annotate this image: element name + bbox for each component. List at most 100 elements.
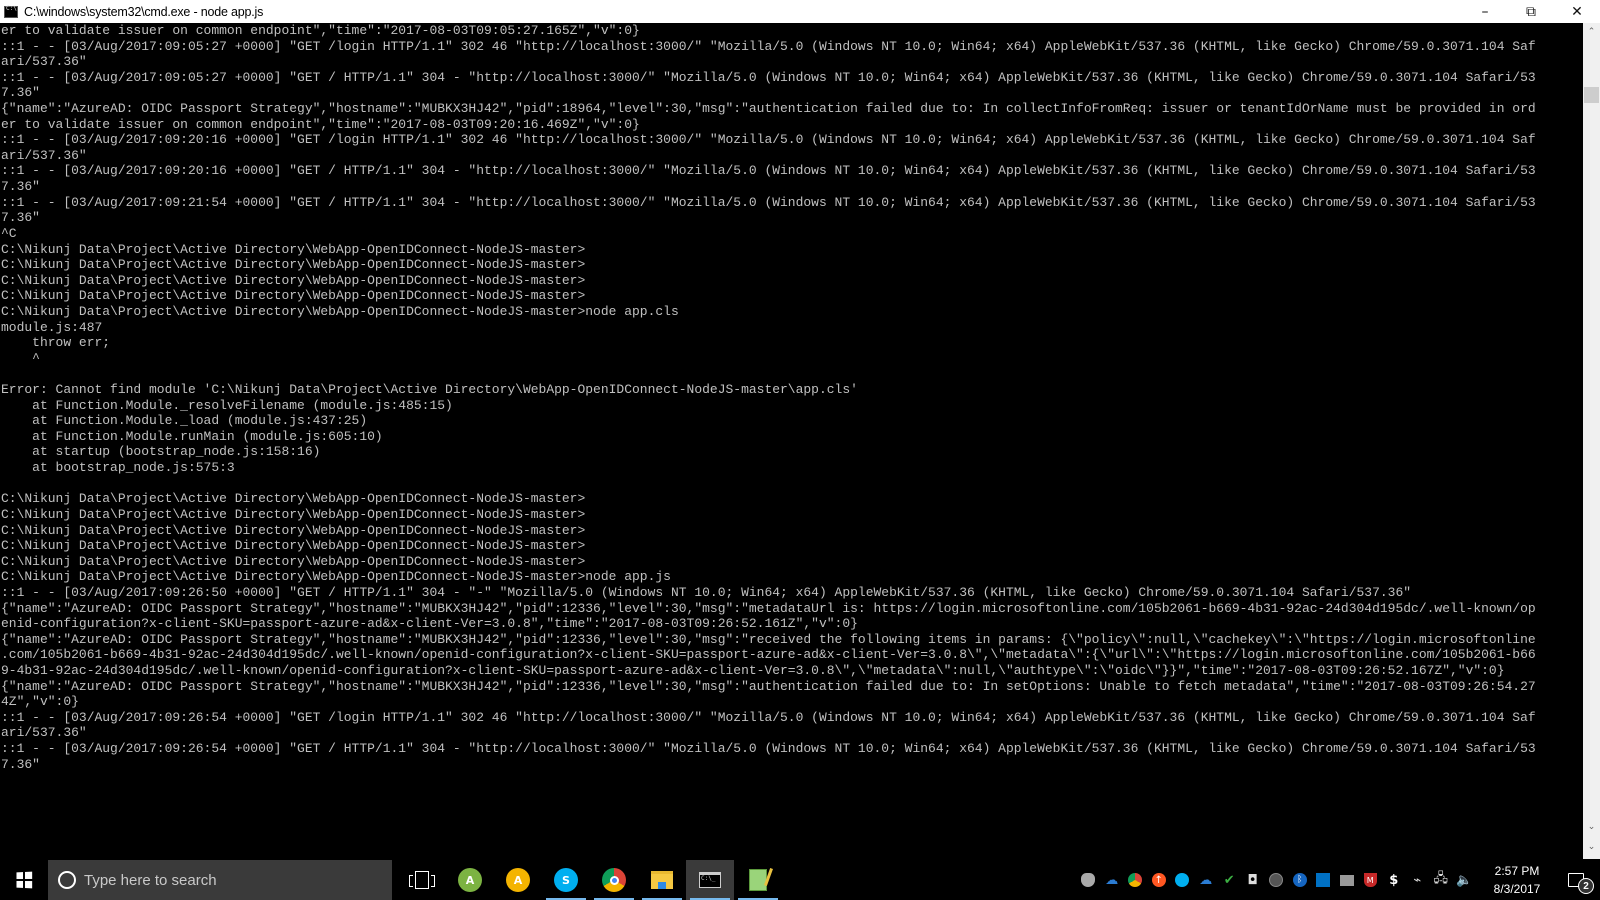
console-line: at Function.Module.runMain (module.js:60…	[0, 428, 383, 444]
console-line: Error: Cannot find module 'C:\Nikunj Dat…	[0, 382, 858, 398]
window-controls: – ⧉ ✕	[1462, 0, 1600, 23]
scroll-thumb[interactable]	[1584, 87, 1599, 103]
power-icon: ⌁	[1413, 872, 1422, 888]
cmd-icon: C:\_	[699, 872, 721, 888]
s-app-icon: $	[1389, 872, 1399, 888]
node-tray-button[interactable]	[1077, 860, 1101, 900]
console-text: er to validate issuer on common endpoint…	[0, 23, 1575, 772]
restore-button[interactable]: ⧉	[1508, 0, 1554, 23]
console-line: ari/537.36"	[0, 54, 87, 70]
console-line: {"name":"AzureAD: OIDC Passport Strategy…	[0, 600, 1536, 616]
console-line: C:\Nikunj Data\Project\Active Directory\…	[0, 303, 679, 319]
search-placeholder: Type here to search	[84, 871, 217, 889]
console-line: at Function.Module._load (module.js:437:…	[0, 413, 368, 429]
console-line: 7.36"	[0, 85, 40, 101]
console-line: at startup (bootstrap_node.js:158:16)	[0, 444, 321, 460]
intel-graphics-icon	[1316, 873, 1331, 887]
bluetooth-icon: ᛒ	[1292, 873, 1307, 887]
device-icon	[1339, 874, 1354, 886]
close-button[interactable]: ✕	[1554, 0, 1600, 23]
console-line: .com/105b2061-b669-4b31-92ac-24d304d195d…	[0, 647, 1536, 663]
windows-logo-icon	[16, 871, 33, 889]
console-line: ^	[0, 350, 40, 366]
taskbar: Type here to search A A S C:\_ ☁ ↑ ☁ ✔ ◘…	[0, 835, 1600, 900]
gauge-button[interactable]	[1265, 860, 1289, 900]
console-line: enid-configuration?x-client-SKU=passport…	[0, 616, 858, 632]
chevron-down-icon: ⌄	[1587, 821, 1596, 832]
skype-button[interactable]: S	[542, 860, 590, 900]
update-arrow-icon: ↑	[1151, 873, 1166, 887]
scroll-up-button[interactable]: ⌃	[1583, 23, 1600, 40]
console-line: ari/537.36"	[0, 147, 87, 163]
skype-tray-button[interactable]	[1171, 860, 1195, 900]
console-line: C:\Nikunj Data\Project\Active Directory\…	[0, 491, 586, 507]
onedrive-error-icon: ☁	[1199, 872, 1213, 888]
console-line: C:\Nikunj Data\Project\Active Directory\…	[0, 257, 586, 273]
onedrive-icon: ☁	[1105, 872, 1119, 888]
volume-button[interactable]: 🔈	[1453, 860, 1477, 900]
task-view-button[interactable]	[398, 860, 446, 900]
update-button[interactable]: ↑	[1147, 860, 1171, 900]
console-line: 7.36"	[0, 179, 40, 195]
restore-icon: ⧉	[1526, 3, 1536, 20]
console-line: {"name":"AzureAD: OIDC Passport Strategy…	[0, 101, 1536, 117]
file-explorer-icon	[651, 871, 673, 889]
disk-button[interactable]: ◘	[1241, 860, 1265, 900]
console-line: ::1 - - [03/Aug/2017:09:21:54 +0000] "GE…	[0, 194, 1536, 210]
system-tray: ☁ ↑ ☁ ✔ ◘ ᛒ M $ ⌁ 🖧 🔈 2:57 PM 8/3/2017 2	[1077, 860, 1600, 900]
skype-icon: S	[554, 868, 578, 892]
console-line: ::1 - - [03/Aug/2017:09:20:16 +0000] "GE…	[0, 132, 1536, 148]
minimize-button[interactable]: –	[1462, 0, 1508, 23]
console-line: 9-4b31-92ac-24d304d195dc/.well-known/ope…	[0, 662, 1505, 678]
notepad-plus-icon	[749, 869, 767, 891]
disk-icon: ◘	[1247, 872, 1258, 888]
android-studio-canary-button[interactable]: A	[494, 860, 542, 900]
node-tray-icon	[1081, 873, 1096, 887]
mcafee-icon: M	[1363, 873, 1377, 887]
console-line: 7.36"	[0, 756, 40, 772]
console-line: ari/537.36"	[0, 725, 87, 741]
clock[interactable]: 2:57 PM 8/3/2017	[1482, 860, 1552, 900]
console-line: module.js:487	[0, 319, 103, 335]
mcafee-button[interactable]: M	[1359, 860, 1383, 900]
scroll-down-button[interactable]: ⌄	[1583, 818, 1600, 835]
start-button[interactable]	[0, 860, 48, 900]
notepad-plus-button[interactable]	[734, 860, 782, 900]
console-line: ::1 - - [03/Aug/2017:09:05:27 +0000] "GE…	[0, 38, 1536, 54]
vertical-scrollbar[interactable]: ⌃ ⌄	[1583, 23, 1600, 835]
s-app-button[interactable]: $	[1382, 860, 1406, 900]
clock-time: 2:57 PM	[1494, 864, 1540, 878]
android-studio-canary-icon: A	[506, 868, 530, 892]
console-line: ::1 - - [03/Aug/2017:09:20:16 +0000] "GE…	[0, 163, 1536, 179]
close-icon: ✕	[1571, 3, 1583, 20]
drive-check-button[interactable]: ✔	[1218, 860, 1242, 900]
action-center-button[interactable]: 2	[1552, 860, 1600, 900]
console-line: ::1 - - [03/Aug/2017:09:05:27 +0000] "GE…	[0, 69, 1536, 85]
gauge-icon	[1269, 873, 1284, 887]
device-button[interactable]	[1335, 860, 1359, 900]
onedrive-button[interactable]: ☁	[1100, 860, 1124, 900]
minimize-icon: –	[1481, 3, 1489, 20]
cmd-app-icon	[4, 5, 18, 18]
onedrive-error-button[interactable]: ☁	[1194, 860, 1218, 900]
network-button[interactable]: 🖧	[1429, 860, 1453, 900]
console-line: C:\Nikunj Data\Project\Active Directory\…	[0, 506, 586, 522]
android-studio-icon: A	[458, 868, 482, 892]
power-button[interactable]: ⌁	[1406, 860, 1430, 900]
file-explorer-button[interactable]	[638, 860, 686, 900]
bluetooth-button[interactable]: ᛒ	[1288, 860, 1312, 900]
android-studio-button[interactable]: A	[446, 860, 494, 900]
chrome-button[interactable]	[590, 860, 638, 900]
search-box[interactable]: Type here to search	[48, 860, 392, 900]
intel-graphics-button[interactable]	[1312, 860, 1336, 900]
cmd-button[interactable]: C:\_	[686, 860, 734, 900]
console-line: throw err;	[0, 335, 111, 351]
console-output[interactable]: er to validate issuer on common endpoint…	[0, 23, 1583, 835]
console-line: 7.36"	[0, 210, 40, 226]
console-line: C:\Nikunj Data\Project\Active Directory\…	[0, 522, 586, 538]
chrome-tray-button[interactable]	[1124, 860, 1148, 900]
checkmark-drive-icon: ✔	[1223, 872, 1235, 888]
console-scroll-down-button[interactable]: ⌄	[1583, 835, 1600, 859]
chrome-icon	[602, 868, 626, 892]
